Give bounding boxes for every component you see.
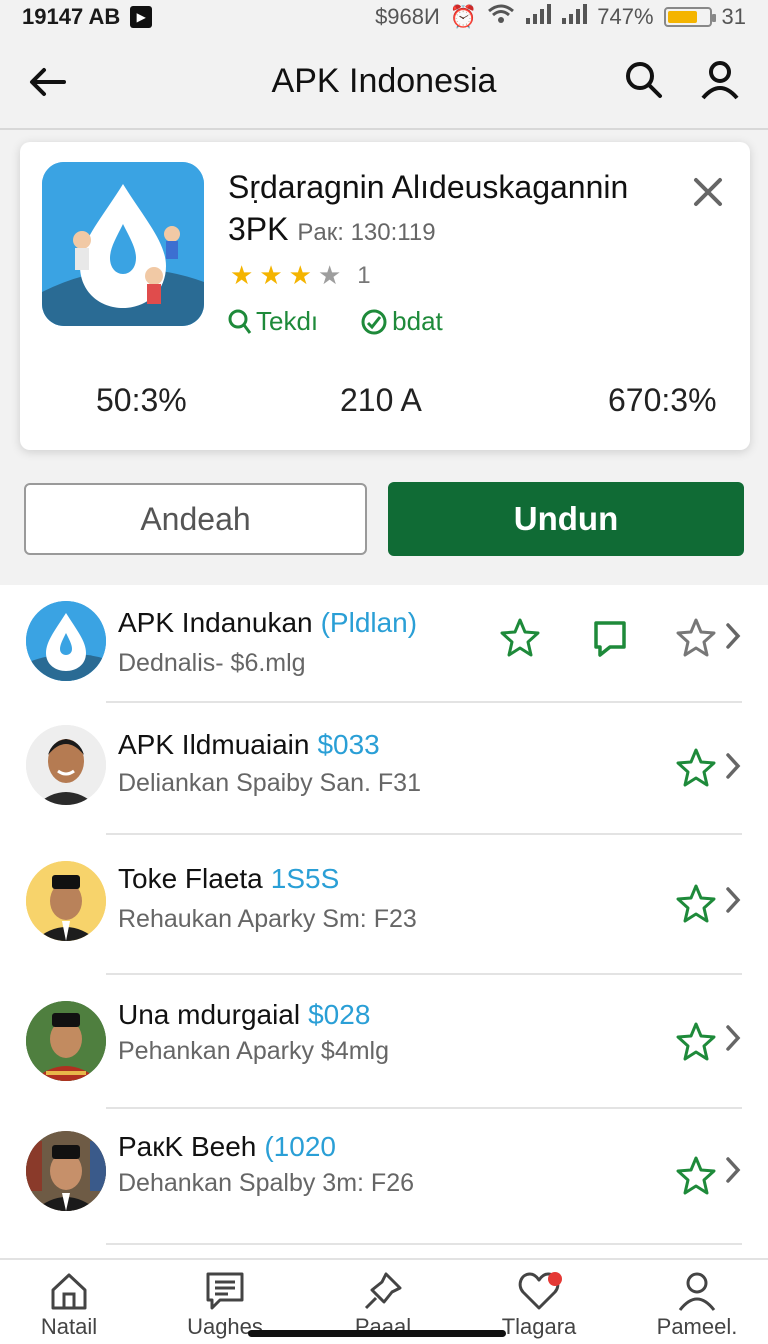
close-icon[interactable] xyxy=(688,172,728,212)
list-item-subtitle: Rehaukan Aparky Sm: F23 xyxy=(118,905,417,933)
person-icon xyxy=(678,1272,716,1311)
status-time: 19147 AB xyxy=(22,4,121,29)
check-circle-icon xyxy=(361,309,387,334)
tag-label: Tekdı xyxy=(256,306,319,336)
install-button[interactable]: Undun xyxy=(388,482,744,556)
app-tags: Tekdı bdat xyxy=(228,306,443,337)
star-outline-icon[interactable] xyxy=(676,1155,716,1195)
list-item-title: APK Indanukan xyxy=(118,607,313,638)
home-indicator[interactable] xyxy=(248,1330,506,1337)
app-icon xyxy=(42,162,204,326)
app-stats: 50:3% 210 A 670:3% xyxy=(20,382,750,426)
list-item-price: (Pldlan) xyxy=(320,607,418,638)
star-outline-icon[interactable] xyxy=(676,1021,716,1061)
alarm-icon: ⏰ xyxy=(449,4,478,29)
list-item[interactable]: APK Indanukan (Pldlan) Dednalis- $6.mlg xyxy=(0,585,768,703)
bookmark-chat-icon[interactable] xyxy=(590,617,630,657)
avatar xyxy=(26,1131,106,1211)
list-item-price: 1S5S xyxy=(270,863,340,894)
list-item-subtitle: Pehankan Aparky $4mlg xyxy=(118,1037,390,1065)
nav-label: Natail xyxy=(40,1314,98,1339)
avatar xyxy=(26,861,106,941)
avatar xyxy=(26,725,106,805)
nav-item-home[interactable]: Natail xyxy=(14,1270,124,1340)
pin-icon xyxy=(364,1272,402,1310)
notification-dot xyxy=(548,1272,562,1286)
app-bar: APK Indonesia xyxy=(0,34,768,130)
wifi-icon xyxy=(487,3,515,31)
avatar xyxy=(26,601,106,681)
star-icon: ★ xyxy=(288,260,312,290)
star-icon: ★ xyxy=(259,260,283,290)
list-item-title: APK Ildmuaiain xyxy=(118,729,310,760)
list-item-title: PaкK Beeh xyxy=(118,1131,257,1162)
chevron-right-icon[interactable] xyxy=(722,1155,744,1185)
star-empty-icon: ★ xyxy=(317,260,342,290)
nav-item-profile[interactable]: Pameel. xyxy=(642,1270,752,1340)
star-outline-icon[interactable] xyxy=(676,747,716,787)
list-item[interactable]: PaкK Beeh (1020 Dehankan Spalby 3m: F26 xyxy=(0,1109,768,1245)
star-outline-icon[interactable] xyxy=(500,617,540,657)
list-item-price: $033 xyxy=(317,729,380,760)
status-carrier: $968И xyxy=(375,4,440,29)
app-title: Sṛdaragnin Alıdeuskagannin 3PK Paк: 130:… xyxy=(228,166,678,254)
list-item[interactable]: Toke Flaeta 1S5S Rehaukan Aparky Sm: F23 xyxy=(0,835,768,975)
profile-icon[interactable] xyxy=(698,58,742,102)
rating-stars: ★ ★ ★ ★ 1 xyxy=(230,260,371,291)
app-package-info: Paк: 130:119 xyxy=(297,219,436,246)
avatar xyxy=(26,1001,106,1081)
chevron-right-icon[interactable] xyxy=(722,751,744,781)
tag-bdat[interactable]: bdat xyxy=(360,306,443,337)
tag-tekdi[interactable]: Tekdı xyxy=(228,306,318,337)
list-item-title: Toke Flaeta xyxy=(118,863,263,894)
stat-2: 210 A xyxy=(340,382,422,418)
star-outline-icon[interactable] xyxy=(676,883,716,923)
list-item-price: (1020 xyxy=(264,1131,336,1162)
list-item[interactable]: APK Ildmuaiain $033 Deliankan Spaiby San.… xyxy=(0,703,768,835)
chevron-right-icon[interactable] xyxy=(722,885,744,915)
app-title-line1: Sṛdaragnin Alıdeuskagannin xyxy=(228,169,629,205)
divider xyxy=(106,1243,742,1245)
chevron-right-icon[interactable] xyxy=(722,1023,744,1053)
stat-3: 670:3% xyxy=(608,382,717,418)
secondary-action-button[interactable]: Andeah xyxy=(24,483,367,555)
play-store-icon: ▶ xyxy=(130,6,153,28)
battery-extra: 31 xyxy=(721,4,746,29)
status-bar: 19147 AB ▶ $968И ⏰ 747% 31 xyxy=(0,0,768,34)
star-outline-icon[interactable] xyxy=(676,617,716,657)
search-tag-icon xyxy=(228,309,252,334)
list-item[interactable]: Una mdurgaial $028 Pehankan Aparky $4mlg xyxy=(0,975,768,1109)
rating-count: 1 xyxy=(357,261,371,289)
battery-percent: 747% xyxy=(597,4,654,29)
list-item-subtitle: Dehankan Spalby 3m: F26 xyxy=(118,1169,415,1197)
star-icon: ★ xyxy=(230,260,254,290)
document-icon xyxy=(206,1272,244,1310)
signal-icon xyxy=(525,4,552,30)
list-item-title: Una mdurgaial xyxy=(118,999,301,1030)
list-item-price: $028 xyxy=(308,999,371,1030)
list-item-subtitle: Deliankan Spaiby San. F31 xyxy=(118,769,421,797)
app-info-card: Sṛdaragnin Alıdeuskagannin 3PK Paк: 130:… xyxy=(20,142,750,450)
battery-icon xyxy=(663,7,716,27)
app-title-line2: 3PK xyxy=(228,211,289,247)
back-arrow-icon[interactable] xyxy=(26,60,70,104)
list-item-subtitle: Dednalis- $6.mlg xyxy=(118,649,306,677)
chevron-right-icon[interactable] xyxy=(722,621,744,651)
search-icon[interactable] xyxy=(622,58,666,102)
stat-1: 50:3% xyxy=(96,382,187,418)
home-icon xyxy=(51,1273,87,1310)
nav-label: Pameel. xyxy=(656,1314,738,1339)
tag-label: bdat xyxy=(392,306,443,336)
signal-icon-2 xyxy=(561,4,588,30)
